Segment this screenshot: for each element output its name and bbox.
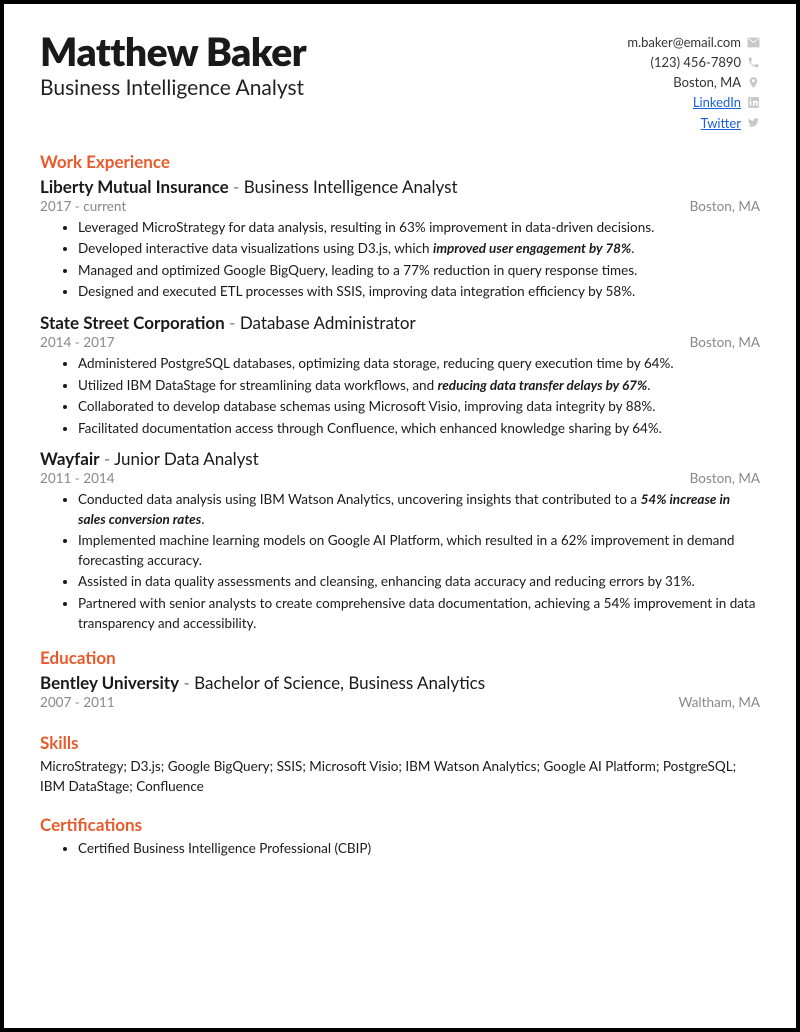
phone-text: (123) 456-7890 bbox=[651, 52, 742, 72]
phone-icon bbox=[747, 56, 760, 69]
job-header: Wayfair - Junior Data Analyst bbox=[40, 448, 760, 469]
job-dates: 2011 - 2014 bbox=[40, 470, 115, 486]
bullet-item: Collaborated to develop database schemas… bbox=[78, 397, 760, 417]
degree: Bachelor of Science, bbox=[194, 672, 344, 693]
contact-email: m.baker@email.com bbox=[627, 32, 760, 52]
bullet-item: Facilitated documentation access through… bbox=[78, 419, 760, 439]
contact-location: Boston, MA bbox=[627, 72, 760, 92]
bullet-item: Assisted in data quality assessments and… bbox=[78, 572, 760, 592]
education-meta: 2007 - 2011 Waltham, MA bbox=[40, 694, 760, 710]
job-meta: 2014 - 2017 Boston, MA bbox=[40, 334, 760, 350]
bullet-item: Partnered with senior analysts to create… bbox=[78, 594, 760, 633]
job-role: Database Administrator bbox=[240, 312, 416, 333]
section-education: Education bbox=[40, 647, 760, 668]
jobs-container: Liberty Mutual Insurance - Business Inte… bbox=[40, 176, 760, 633]
company-name: Liberty Mutual Insurance bbox=[40, 176, 229, 197]
job-bullets: Administered PostgreSQL databases, optim… bbox=[40, 354, 760, 438]
name: Matthew Baker bbox=[40, 32, 306, 73]
bullet-item: Developed interactive data visualization… bbox=[78, 239, 760, 259]
job-location: Boston, MA bbox=[690, 198, 760, 214]
email-text: m.baker@email.com bbox=[627, 32, 741, 52]
job-dates: 2014 - 2017 bbox=[40, 334, 115, 350]
job-title: Business Intelligence Analyst bbox=[40, 75, 306, 100]
job-bullets: Conducted data analysis using IBM Watson… bbox=[40, 490, 760, 633]
school-name: Bentley University bbox=[40, 672, 179, 693]
bullet-item: Conducted data analysis using IBM Watson… bbox=[78, 490, 760, 529]
envelope-icon bbox=[747, 36, 760, 49]
linkedin-link[interactable]: LinkedIn bbox=[693, 92, 741, 112]
company-name: Wayfair bbox=[40, 448, 100, 469]
section-work-experience: Work Experience bbox=[40, 151, 760, 172]
bullet-item: Utilized IBM DataStage for streamlining … bbox=[78, 376, 760, 396]
identity-block: Matthew Baker Business Intelligence Anal… bbox=[40, 32, 306, 100]
certs-list: Certified Business Intelligence Professi… bbox=[40, 839, 760, 859]
twitter-icon bbox=[747, 116, 760, 129]
job-meta: 2017 - current Boston, MA bbox=[40, 198, 760, 214]
education-header: Bentley University - Bachelor of Science… bbox=[40, 672, 760, 693]
emphasis: improved user engagement by 78% bbox=[433, 240, 631, 256]
skills-text: MicroStrategy; D3.js; Google BigQuery; S… bbox=[40, 757, 760, 796]
bullet-item: Designed and executed ETL processes with… bbox=[78, 282, 760, 302]
job-location: Boston, MA bbox=[690, 334, 760, 350]
bullet-item: Administered PostgreSQL databases, optim… bbox=[78, 354, 760, 374]
section-certifications: Certifications bbox=[40, 814, 760, 835]
location-text: Boston, MA bbox=[673, 72, 741, 92]
job-header: Liberty Mutual Insurance - Business Inte… bbox=[40, 176, 760, 197]
contact-twitter: Twitter bbox=[627, 113, 760, 133]
job-meta: 2011 - 2014 Boston, MA bbox=[40, 470, 760, 486]
location-icon bbox=[747, 76, 760, 89]
job-role: Business Intelligence Analyst bbox=[244, 176, 458, 197]
cert-item: Certified Business Intelligence Professi… bbox=[78, 839, 760, 859]
contact-phone: (123) 456-7890 bbox=[627, 52, 760, 72]
bullet-item: Leveraged MicroStrategy for data analysi… bbox=[78, 218, 760, 238]
field: Business Analytics bbox=[348, 672, 485, 693]
emphasis: 54% increase in sales conversion rates bbox=[78, 491, 730, 527]
job-bullets: Leveraged MicroStrategy for data analysi… bbox=[40, 218, 760, 302]
bullet-item: Managed and optimized Google BigQuery, l… bbox=[78, 261, 760, 281]
linkedin-icon bbox=[747, 96, 760, 109]
job-location: Boston, MA bbox=[690, 470, 760, 486]
contact-linkedin: LinkedIn bbox=[627, 92, 760, 112]
section-skills: Skills bbox=[40, 732, 760, 753]
resume-page: Matthew Baker Business Intelligence Anal… bbox=[0, 0, 800, 1032]
education-dates: 2007 - 2011 bbox=[40, 694, 115, 710]
twitter-link[interactable]: Twitter bbox=[701, 113, 741, 133]
company-name: State Street Corporation bbox=[40, 312, 225, 333]
job-header: State Street Corporation - Database Admi… bbox=[40, 312, 760, 333]
job-role: Junior Data Analyst bbox=[114, 448, 259, 469]
bullet-item: Implemented machine learning models on G… bbox=[78, 531, 760, 570]
contact-block: m.baker@email.com (123) 456-7890 Boston,… bbox=[627, 32, 760, 133]
education-location: Waltham, MA bbox=[679, 694, 761, 710]
header: Matthew Baker Business Intelligence Anal… bbox=[40, 32, 760, 133]
emphasis: reducing data transfer delays by 67% bbox=[438, 377, 648, 393]
job-dates: 2017 - current bbox=[40, 198, 126, 214]
